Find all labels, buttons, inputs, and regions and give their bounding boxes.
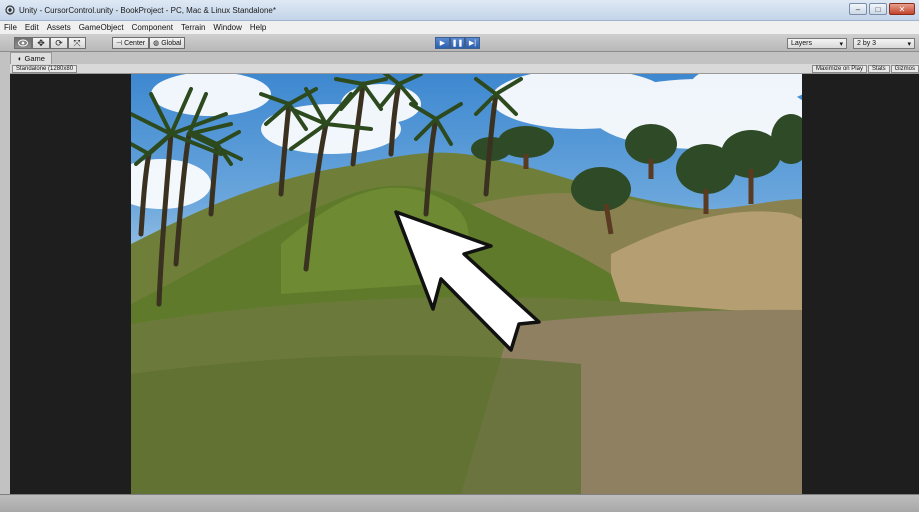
window-title-bar: Unity - CursorControl.unity - BookProjec… xyxy=(0,0,919,21)
game-view-toolbar: Standalone (1280x80 Maximize on Play Sta… xyxy=(10,64,919,74)
pivot-toggle-button[interactable]: ⊣ Center xyxy=(112,37,150,49)
tab-game[interactable]: ◖ Game xyxy=(10,52,52,64)
menu-gameobject[interactable]: GameObject xyxy=(79,23,124,32)
resolution-dropdown[interactable]: Standalone (1280x80 xyxy=(12,65,78,73)
globe-icon: ◍ xyxy=(153,40,160,47)
maximize-icon[interactable]: □ xyxy=(869,3,887,15)
layers-label: Layers xyxy=(791,40,813,47)
menu-window[interactable]: Window xyxy=(213,23,241,32)
play-icon[interactable]: ▶ xyxy=(435,37,450,49)
menu-terrain[interactable]: Terrain xyxy=(181,23,205,32)
minimize-icon[interactable]: – xyxy=(849,3,867,15)
unity-logo-icon xyxy=(4,5,15,16)
menu-component[interactable]: Component xyxy=(132,23,173,32)
game-controller-icon: ◖ xyxy=(17,54,22,63)
game-scene-render[interactable] xyxy=(131,74,802,494)
space-label: Global xyxy=(161,39,182,47)
close-icon[interactable]: ✕ xyxy=(889,3,915,15)
menu-bar: File Edit Assets GameObject Component Te… xyxy=(0,21,919,34)
window-title: Unity - CursorControl.unity - BookProjec… xyxy=(19,5,276,15)
space-toggle-button[interactable]: ◍ Global xyxy=(149,37,186,49)
pause-icon[interactable]: ❚❚ xyxy=(450,37,465,49)
chevron-down-icon: ▾ xyxy=(839,40,843,48)
left-gutter xyxy=(0,52,10,494)
resolution-label: Standalone (1280x80 xyxy=(16,66,74,72)
maximize-on-play-button[interactable]: Maximize on Play xyxy=(811,65,867,73)
chevron-down-icon: ▾ xyxy=(907,40,911,48)
stats-button[interactable]: Stats xyxy=(867,65,890,73)
main-toolbar: ✥ ⟳ ⤧ ⊣ Center ◍ Global ▶ ❚❚ ▶| Layers ▾… xyxy=(0,34,919,52)
menu-help[interactable]: Help xyxy=(250,23,266,32)
step-icon[interactable]: ▶| xyxy=(465,37,480,49)
hand-icon[interactable] xyxy=(14,37,32,49)
menu-assets[interactable]: Assets xyxy=(47,23,71,32)
move-icon[interactable]: ✥ xyxy=(32,37,50,49)
gizmos-button[interactable]: Gizmos xyxy=(890,65,919,73)
panel-tab-bar: ◖ Game xyxy=(0,52,919,64)
layout-label: 2 by 3 xyxy=(857,40,877,47)
menu-file[interactable]: File xyxy=(4,23,17,32)
pivot-label: Center xyxy=(124,39,146,47)
terrain-scene xyxy=(131,74,802,494)
tab-game-label: Game xyxy=(24,54,45,63)
scale-icon[interactable]: ⤧ xyxy=(68,37,86,49)
pivot-icon: ⊣ xyxy=(116,40,123,47)
rotate-icon[interactable]: ⟳ xyxy=(50,37,68,49)
menu-edit[interactable]: Edit xyxy=(25,23,39,32)
layers-dropdown[interactable]: Layers ▾ xyxy=(787,38,847,49)
game-viewport[interactable] xyxy=(10,74,919,494)
status-bar xyxy=(0,494,919,512)
layout-dropdown[interactable]: 2 by 3 ▾ xyxy=(853,38,915,49)
